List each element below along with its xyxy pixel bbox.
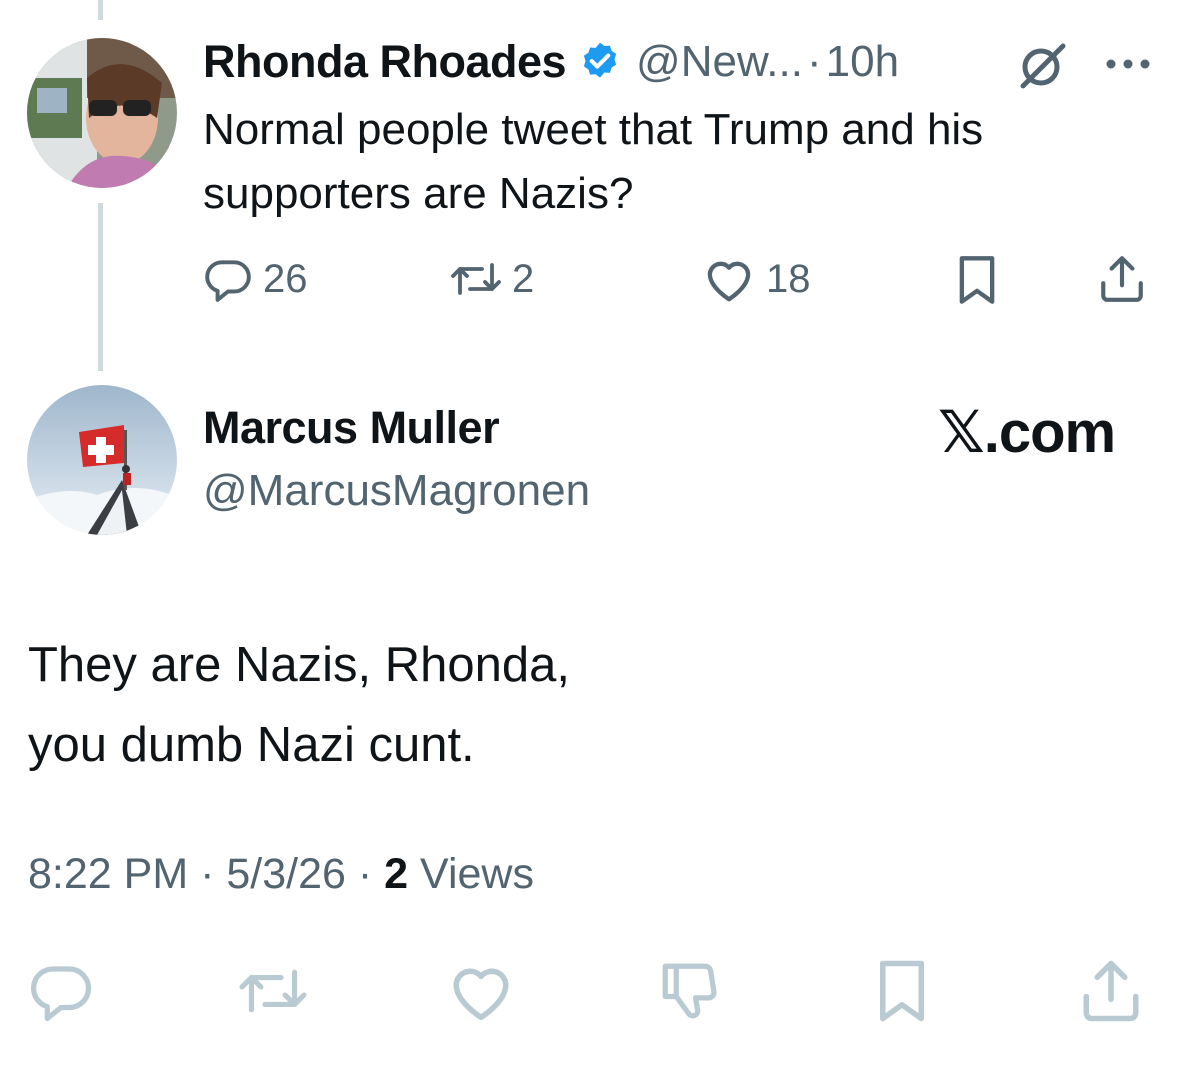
reply-count: 26 — [263, 256, 308, 301]
reply-button-bottom[interactable] — [28, 958, 94, 1029]
reply-icon — [205, 260, 251, 302]
tweet-text-line2: supporters are Nazis? — [203, 169, 634, 218]
like-icon — [453, 968, 509, 1021]
verified-badge-icon — [578, 40, 622, 84]
tweet-time[interactable]: 10h — [826, 37, 899, 87]
like-count: 18 — [766, 256, 811, 301]
bookmark-icon — [880, 960, 924, 1022]
reply-author-name[interactable]: Marcus Muller — [203, 402, 500, 454]
reply-icon — [30, 966, 92, 1022]
reply-text-line2: you dumb Nazi cunt. — [28, 718, 475, 772]
author-name[interactable]: Rhonda Rhoades — [203, 36, 567, 88]
like-icon — [707, 261, 751, 302]
like-button-bottom[interactable] — [446, 958, 516, 1029]
bookmark-button-bottom[interactable] — [874, 958, 930, 1029]
author-handle[interactable]: @New... — [636, 37, 803, 87]
reply-time[interactable]: 8:22 PM — [28, 850, 188, 898]
bookmark-icon — [959, 256, 995, 304]
reply-date[interactable]: 5/3/26 — [226, 850, 346, 898]
more-icon[interactable] — [1104, 57, 1152, 76]
share-button[interactable] — [1098, 254, 1146, 304]
reply-text: They are Nazis, Rhonda, you dumb Nazi cu… — [28, 625, 570, 785]
thread-line-top — [98, 0, 103, 20]
repost-button[interactable]: 2 — [450, 254, 534, 304]
reply-button[interactable]: 26 — [203, 254, 308, 304]
tweet-text-line1: Normal people tweet that Trump and his — [203, 105, 984, 154]
brand-watermark: 𝕏.com — [938, 400, 1116, 465]
reply-text-line1: They are Nazis, Rhonda, — [28, 638, 570, 692]
dot-separator: · — [357, 850, 373, 898]
share-icon — [1101, 256, 1143, 302]
tweet-header: Rhonda Rhoades @New... · 10h — [203, 36, 899, 88]
tweet-text: Normal people tweet that Trump and his s… — [203, 98, 983, 226]
reply-meta: 8:22 PM · 5/3/26 · 2 Views — [28, 850, 534, 899]
dot-separator: · — [200, 850, 215, 898]
avatar-marcus[interactable] — [27, 385, 177, 535]
share-button-bottom[interactable] — [1080, 958, 1142, 1029]
views-count: 2 — [384, 850, 409, 898]
repost-icon — [239, 969, 307, 1013]
dislike-button-bottom[interactable] — [655, 958, 725, 1029]
dislike-icon — [662, 963, 717, 1019]
avatar-rhonda[interactable] — [27, 38, 177, 188]
thread-line — [98, 203, 103, 371]
dot-separator: · — [806, 37, 822, 86]
share-icon — [1083, 960, 1139, 1022]
grok-icon[interactable] — [1015, 40, 1069, 95]
reply-author-handle[interactable]: @MarcusMagronen — [203, 466, 590, 516]
repost-count: 2 — [512, 256, 535, 301]
views-label[interactable]: Views — [420, 850, 534, 898]
repost-button-bottom[interactable] — [238, 958, 308, 1029]
bookmark-button[interactable] — [955, 254, 999, 306]
like-button[interactable]: 18 — [702, 254, 811, 304]
repost-icon — [451, 263, 501, 295]
